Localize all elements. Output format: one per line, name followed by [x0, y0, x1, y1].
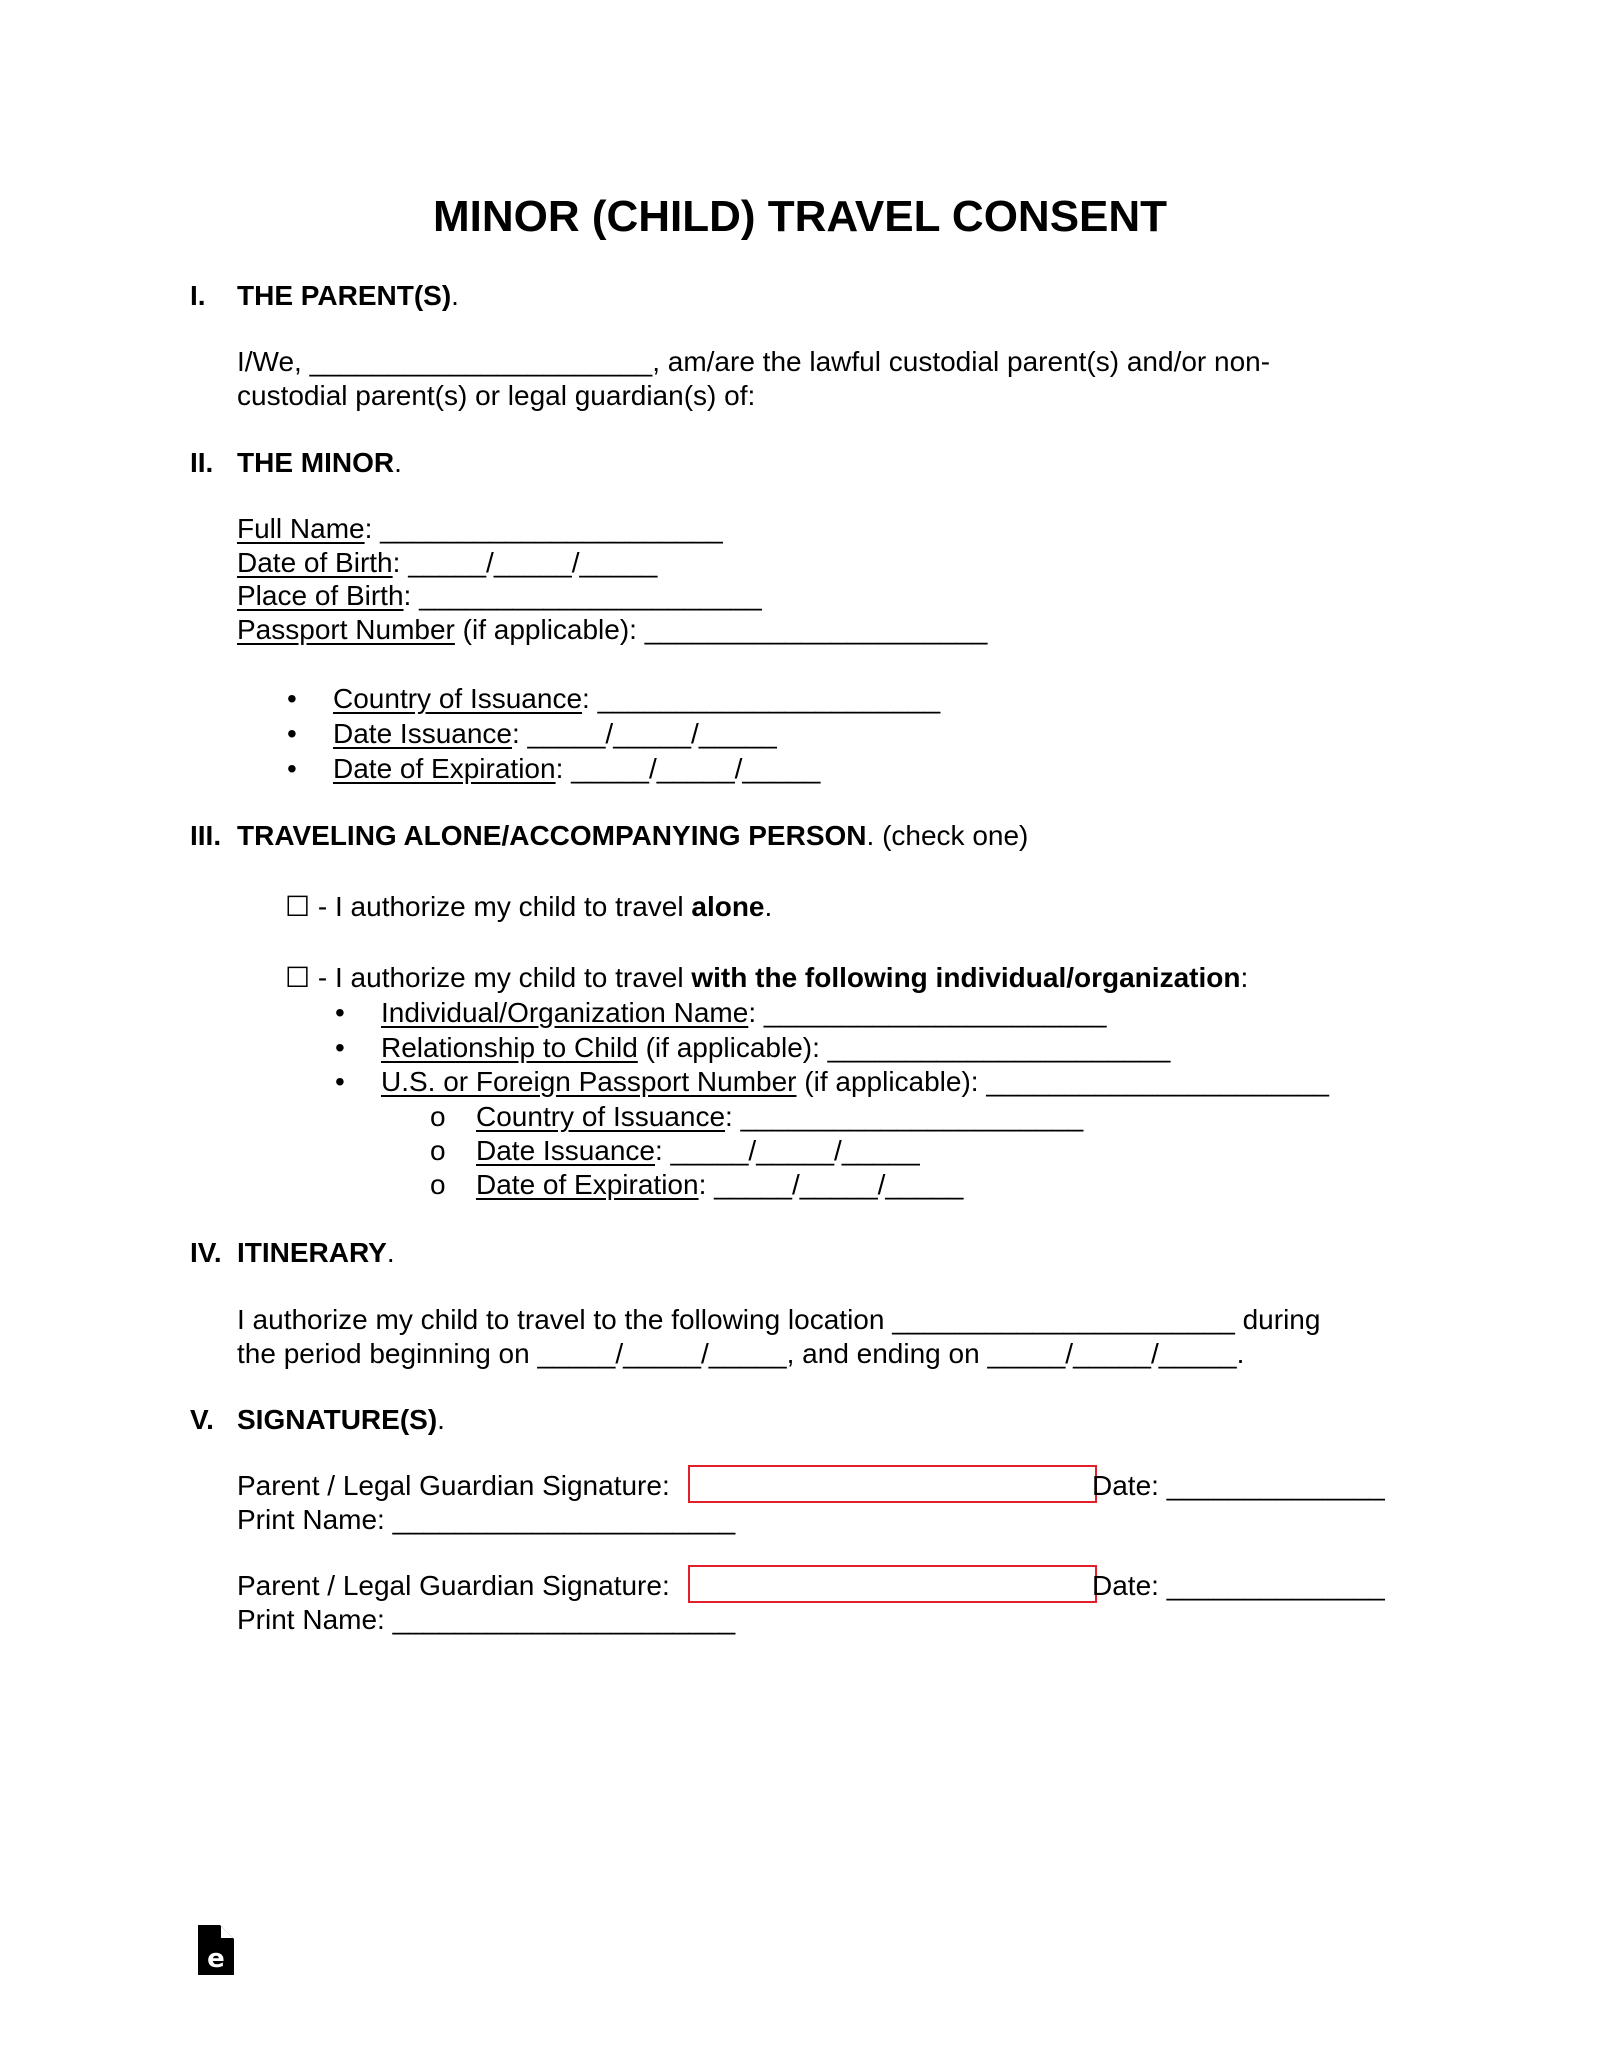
- option-text: - I authorize my child to travel: [317, 891, 692, 922]
- field-label: U.S. or Foreign Passport Number: [381, 1066, 797, 1097]
- bullet-icon: •: [335, 997, 345, 1028]
- field-label: Country of Issuance: [333, 683, 583, 714]
- svg-text:e: e: [207, 1944, 225, 1974]
- minor-pob-field[interactable]: Place of Birth: ______________________: [237, 579, 762, 613]
- section-number: IV.: [190, 1237, 222, 1268]
- section-number: III.: [190, 820, 222, 851]
- bullet-icon: •: [335, 1066, 345, 1097]
- print-name-field[interactable]: Print Name: ______________________: [237, 1503, 735, 1537]
- companion-passport-country-field[interactable]: Country of Issuance: ___________________…: [476, 1100, 1083, 1134]
- sub-bullet-icon: o: [430, 1101, 446, 1132]
- section-number: I.: [190, 280, 206, 311]
- bullet-icon: •: [287, 683, 297, 714]
- heading-text: THE MINOR: [237, 447, 395, 478]
- signature-label: Parent / Legal Guardian Signature:: [237, 1570, 670, 1601]
- signature-field[interactable]: [688, 1565, 1097, 1603]
- companion-passport-field[interactable]: U.S. or Foreign Passport Number (if appl…: [381, 1065, 1329, 1099]
- field-blank: (if applicable): ______________________: [454, 614, 988, 645]
- date-field[interactable]: Date: ______________: [1092, 1469, 1385, 1503]
- field-blank: : _____/_____/_____: [698, 1169, 964, 1200]
- heading-text: THE PARENT(S): [237, 280, 452, 311]
- option-travel-with-companion: ☐ - I authorize my child to travel with …: [285, 961, 1248, 995]
- minor-passport-country-field[interactable]: Country of Issuance: ___________________…: [333, 682, 940, 716]
- bullet-icon: •: [287, 718, 297, 749]
- field-blank: : ______________________: [725, 1101, 1084, 1132]
- field-label: Relationship to Child: [381, 1032, 638, 1063]
- minor-passport-expiration-field[interactable]: Date of Expiration: _____/_____/_____: [333, 752, 820, 786]
- eforms-logo-icon: e: [198, 1925, 234, 1975]
- minor-full-name-field[interactable]: Full Name: ______________________: [237, 512, 723, 546]
- field-blank: : ______________________: [403, 580, 762, 611]
- parents-line-2: custodial parent(s) or legal guardian(s)…: [237, 380, 756, 411]
- minor-passport-field[interactable]: Passport Number (if applicable): _______…: [237, 613, 987, 647]
- field-blank: : _____/_____/_____: [555, 753, 821, 784]
- checkbox-alone[interactable]: ☐: [285, 891, 310, 922]
- period: .: [386, 1237, 395, 1268]
- companion-passport-issued-field[interactable]: Date Issuance: _____/_____/_____: [476, 1134, 920, 1168]
- field-label: Individual/Organization Name: [381, 997, 749, 1028]
- period: .: [764, 891, 773, 922]
- field-label: Country of Issuance: [476, 1101, 726, 1132]
- heading-text: TRAVELING ALONE/ACCOMPANYING PERSON: [237, 820, 867, 851]
- itinerary-line-2: the period beginning on _____/_____/____…: [237, 1338, 1245, 1369]
- field-blank: : _____/_____/_____: [512, 718, 777, 749]
- option-text: - I authorize my child to travel: [317, 962, 692, 993]
- option-travel-alone: ☐ - I authorize my child to travel alone…: [285, 890, 772, 924]
- field-label: Place of Birth: [237, 580, 404, 611]
- field-label: Full Name: [237, 513, 365, 544]
- field-blank: : _____/_____/_____: [392, 547, 658, 578]
- companion-relationship-field[interactable]: Relationship to Child (if applicable): _…: [381, 1031, 1170, 1065]
- section-heading-itinerary: ITINERARY.: [237, 1236, 395, 1270]
- field-blank: (if applicable): ______________________: [637, 1032, 1171, 1063]
- field-label: Date Issuance: [333, 718, 512, 749]
- sub-bullet-icon: o: [430, 1169, 446, 1200]
- field-blank: : ______________________: [364, 513, 723, 544]
- date-field[interactable]: Date: ______________: [1092, 1569, 1385, 1603]
- field-label: Date of Expiration: [333, 753, 556, 784]
- section-heading-signatures: SIGNATURE(S).: [237, 1403, 445, 1437]
- print-name-field[interactable]: Print Name: ______________________: [237, 1603, 735, 1637]
- section-heading-parents: THE PARENT(S).: [237, 279, 459, 313]
- section-number: II.: [190, 447, 214, 478]
- companion-name-field[interactable]: Individual/Organization Name: __________…: [381, 996, 1106, 1030]
- sub-bullet-icon: o: [430, 1135, 446, 1166]
- section-heading-travel: TRAVELING ALONE/ACCOMPANYING PERSON. (ch…: [237, 819, 1028, 853]
- field-label: Passport Number: [237, 614, 455, 645]
- checkbox-with-companion[interactable]: ☐: [285, 962, 310, 993]
- period: .: [394, 447, 402, 478]
- heading-note: . (check one): [866, 820, 1029, 851]
- heading-text: ITINERARY: [237, 1237, 387, 1268]
- bullet-icon: •: [335, 1032, 345, 1063]
- option-bold-text: with the following individual/organizati…: [691, 962, 1241, 993]
- companion-passport-expiration-field[interactable]: Date of Expiration: _____/_____/_____: [476, 1168, 963, 1202]
- field-blank: (if applicable): ______________________: [796, 1066, 1329, 1097]
- section-heading-minor: THE MINOR.: [237, 446, 402, 480]
- parents-line-1: I/We, ______________________, am/are the…: [237, 346, 1271, 377]
- field-blank: : ______________________: [582, 683, 941, 714]
- itinerary-line-1: I authorize my child to travel to the fo…: [237, 1304, 1321, 1335]
- field-label: Date of Birth: [237, 547, 393, 578]
- period: .: [437, 1404, 445, 1435]
- document-title: MINOR (CHILD) TRAVEL CONSENT: [432, 192, 1168, 241]
- field-label: Date Issuance: [476, 1135, 655, 1166]
- section-number: V.: [190, 1404, 214, 1435]
- bullet-icon: •: [287, 753, 297, 784]
- signature-label: Parent / Legal Guardian Signature:: [237, 1470, 670, 1501]
- heading-text: SIGNATURE(S): [237, 1404, 438, 1435]
- minor-passport-issued-field[interactable]: Date Issuance: _____/_____/_____: [333, 717, 777, 751]
- colon: :: [1240, 962, 1249, 993]
- period: .: [451, 280, 459, 311]
- option-bold-text: alone: [691, 891, 765, 922]
- minor-dob-field[interactable]: Date of Birth: _____/_____/_____: [237, 546, 657, 580]
- field-blank: : _____/_____/_____: [655, 1135, 920, 1166]
- field-label: Date of Expiration: [476, 1169, 699, 1200]
- signature-field[interactable]: [688, 1465, 1097, 1503]
- field-blank: : ______________________: [748, 997, 1107, 1028]
